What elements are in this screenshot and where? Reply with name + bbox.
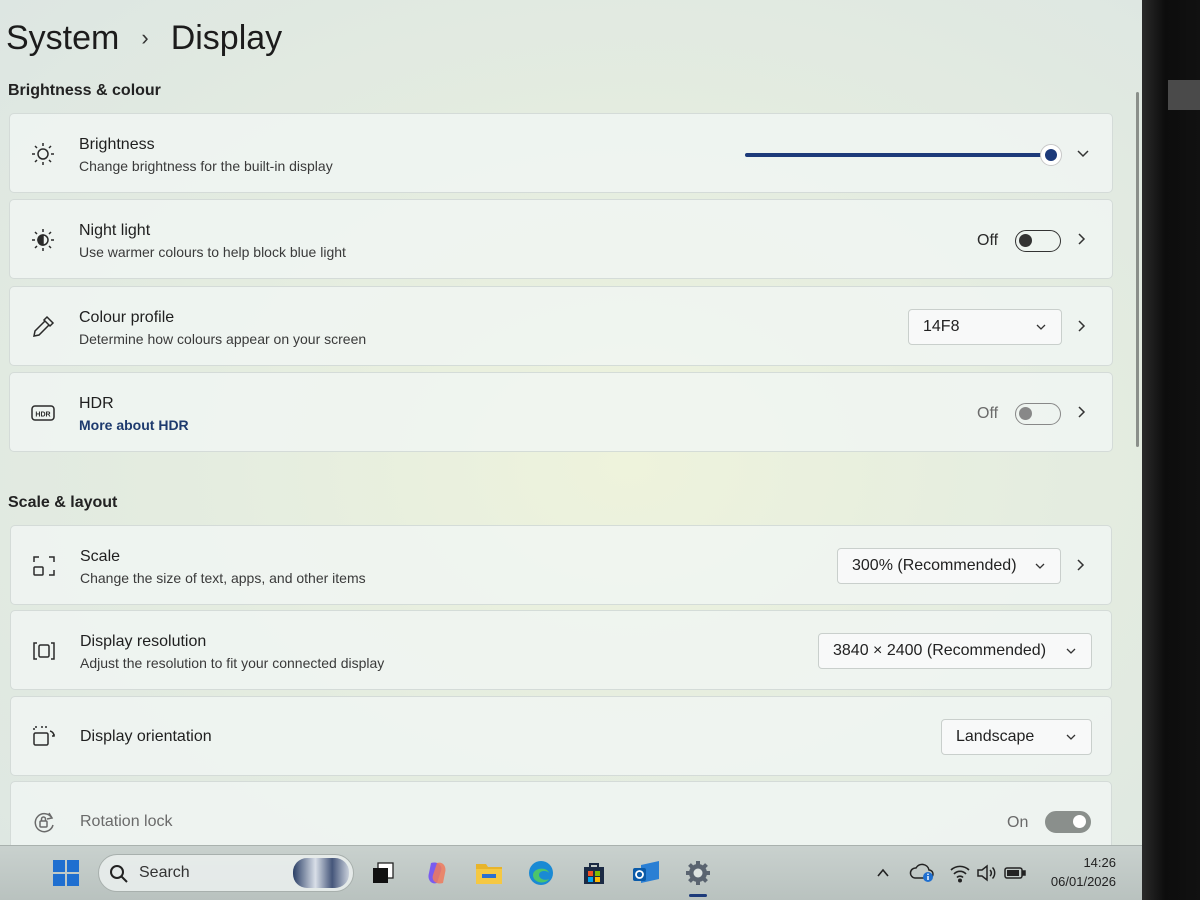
scrollbar[interactable] xyxy=(1136,92,1139,447)
search-highlight-image[interactable] xyxy=(293,858,349,888)
clock-time: 14:26 xyxy=(1083,855,1116,870)
brightness-desc: Change brightness for the built-in displ… xyxy=(79,158,333,174)
search-label: Search xyxy=(139,864,190,881)
chevron-down-icon xyxy=(1036,324,1046,330)
windows-icon xyxy=(53,860,79,886)
scale-desc: Change the size of text, apps, and other… xyxy=(80,570,366,586)
folder-icon xyxy=(476,864,502,884)
outlook-button[interactable] xyxy=(629,856,663,890)
brightness-icon xyxy=(30,141,56,167)
brightness-card[interactable]: Brightness Change brightness for the bui… xyxy=(9,113,1113,193)
scale-dropdown[interactable]: 300% (Recommended) xyxy=(837,548,1061,584)
scale-icon xyxy=(31,553,57,579)
brightness-slider-track[interactable] xyxy=(745,153,1051,157)
section-title-scale-layout: Scale & layout xyxy=(8,494,118,511)
file-explorer-button[interactable] xyxy=(472,856,506,890)
settings-window: System › Display Brightness & colour Bri… xyxy=(0,0,1142,845)
chevron-right-icon[interactable] xyxy=(1071,556,1089,574)
brightness-title: Brightness xyxy=(79,136,155,153)
rotation-lock-icon xyxy=(31,809,57,835)
outlook-icon xyxy=(633,861,659,883)
task-view-button[interactable] xyxy=(366,856,400,890)
taskbar: Search 14:26 06/01/2026 xyxy=(0,845,1142,900)
display-resolution-card[interactable]: Display resolution Adjust the resolution… xyxy=(10,610,1112,690)
scale-value: 300% (Recommended) xyxy=(852,557,1017,574)
volume-icon xyxy=(977,864,996,882)
display-resolution-desc: Adjust the resolution to fit your connec… xyxy=(80,655,385,671)
chevron-up-icon xyxy=(877,868,889,877)
section-title-brightness-colour: Brightness & colour xyxy=(8,82,161,99)
display-orientation-dropdown[interactable]: Landscape xyxy=(941,719,1092,755)
eyedropper-icon xyxy=(30,314,56,340)
clock[interactable]: 14:26 06/01/2026 xyxy=(1051,853,1116,891)
night-light-card[interactable]: Night light Use warmer colours to help b… xyxy=(9,199,1113,279)
colour-profile-dropdown[interactable]: 14F8 xyxy=(908,309,1062,345)
wifi-icon xyxy=(950,865,970,883)
hdr-learn-more-link[interactable]: More about HDR xyxy=(79,417,189,433)
chevron-down-icon xyxy=(1035,563,1045,569)
night-light-state: Off xyxy=(977,232,999,249)
breadcrumb-parent[interactable]: System xyxy=(6,19,119,58)
hdr-toggle[interactable] xyxy=(1015,403,1061,425)
display-resolution-dropdown[interactable]: 3840 × 2400 (Recommended) xyxy=(818,633,1092,669)
night-light-title: Night light xyxy=(79,222,151,239)
store-button[interactable] xyxy=(577,856,611,890)
display-resolution-title: Display resolution xyxy=(80,633,207,650)
colour-profile-desc: Determine how colours appear on your scr… xyxy=(79,331,367,347)
start-button[interactable] xyxy=(49,856,83,890)
rotation-lock-state: On xyxy=(1007,814,1029,831)
display-orientation-value: Landscape xyxy=(956,728,1035,745)
resolution-icon xyxy=(31,638,57,664)
scale-card[interactable]: Scale Change the size of text, apps, and… xyxy=(10,525,1112,605)
rotation-lock-title: Rotation lock xyxy=(80,813,173,830)
hdr-icon: HDR xyxy=(30,400,56,426)
copilot-button[interactable] xyxy=(420,856,454,890)
display-orientation-title: Display orientation xyxy=(80,728,212,745)
hdr-state: Off xyxy=(977,405,999,422)
chevron-right-icon[interactable] xyxy=(1072,403,1090,421)
night-light-icon xyxy=(30,227,56,253)
onedrive-button[interactable] xyxy=(905,856,939,890)
scale-title: Scale xyxy=(80,548,121,565)
chevron-right-icon[interactable] xyxy=(1072,317,1090,335)
taskbar-search[interactable]: Search xyxy=(98,854,354,892)
active-app-indicator xyxy=(689,894,707,897)
night-light-toggle[interactable] xyxy=(1015,230,1061,252)
hdr-title: HDR xyxy=(79,395,114,412)
settings-button[interactable] xyxy=(681,856,715,890)
show-hidden-icons-button[interactable] xyxy=(866,856,900,890)
display-orientation-card[interactable]: Display orientation Landscape xyxy=(10,696,1112,776)
cloud-info-icon xyxy=(909,863,934,882)
svg-text:HDR: HDR xyxy=(35,412,50,419)
edge-button[interactable] xyxy=(524,856,558,890)
rotation-lock-card[interactable]: Rotation lock On xyxy=(10,781,1112,845)
store-icon xyxy=(584,863,604,884)
task-view-icon xyxy=(373,862,394,883)
copilot-icon xyxy=(428,862,446,884)
chevron-down-icon xyxy=(1066,734,1076,740)
colour-profile-card[interactable]: Colour profile Determine how colours app… xyxy=(9,286,1113,366)
breadcrumb: System › Display xyxy=(6,14,282,62)
brightness-slider-thumb[interactable] xyxy=(1040,144,1062,166)
battery-icon xyxy=(1004,867,1026,879)
chevron-down-icon xyxy=(1066,648,1076,654)
colour-profile-value: 14F8 xyxy=(923,318,960,335)
night-light-desc: Use warmer colours to help block blue li… xyxy=(79,244,346,260)
orientation-icon xyxy=(31,724,57,750)
chevron-down-icon[interactable] xyxy=(1074,144,1092,162)
gear-icon xyxy=(686,861,710,885)
colour-profile-title: Colour profile xyxy=(79,309,175,326)
edge-icon xyxy=(529,861,553,885)
chevron-right-icon[interactable] xyxy=(1072,230,1090,248)
breadcrumb-separator: › xyxy=(141,25,149,50)
clock-date: 06/01/2026 xyxy=(1050,874,1116,889)
screen-bezel xyxy=(1142,0,1200,900)
battery-button[interactable] xyxy=(998,856,1032,890)
search-icon xyxy=(110,865,128,883)
rotation-lock-toggle[interactable] xyxy=(1045,811,1091,833)
page-title: Display xyxy=(170,18,283,57)
display-resolution-value: 3840 × 2400 (Recommended) xyxy=(833,642,1047,659)
hdr-card[interactable]: HDR HDR More about HDR Off xyxy=(9,372,1113,452)
